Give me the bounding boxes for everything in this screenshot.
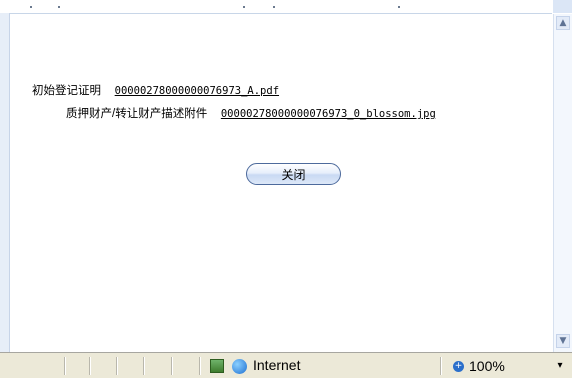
zoom-level[interactable]: 100% <box>469 358 505 374</box>
vertical-scrollbar[interactable]: ▲ ▼ <box>553 14 572 352</box>
row-pledge-attachment: 质押财产/转让财产描述附件 00000278000000076973_0_blo… <box>66 105 436 121</box>
top-right-corner <box>553 0 572 13</box>
close-button[interactable]: 关闭 <box>246 163 341 185</box>
chevron-down-icon[interactable]: ▾ <box>552 358 568 374</box>
status-separator <box>440 357 442 375</box>
tick <box>243 6 245 8</box>
scroll-down-icon[interactable]: ▼ <box>556 334 570 348</box>
tick <box>58 6 60 8</box>
scroll-up-icon[interactable]: ▲ <box>556 16 570 30</box>
status-separator <box>89 357 91 375</box>
label-initial-registration: 初始登记证明 <box>32 85 101 97</box>
security-zone-icon <box>210 359 224 373</box>
zone-label: Internet <box>253 357 301 373</box>
link-pledge-attachment-jpg[interactable]: 00000278000000076973_0_blossom.jpg <box>221 108 436 120</box>
label-pledge-attachment: 质押财产/转让财产描述附件 <box>66 108 208 120</box>
zoom-icon[interactable]: + <box>453 361 464 372</box>
status-separator <box>199 357 201 375</box>
globe-icon <box>232 359 247 374</box>
link-initial-registration-pdf[interactable]: 00000278000000076973_A.pdf <box>115 85 279 97</box>
status-separator <box>171 357 173 375</box>
status-separator <box>143 357 145 375</box>
status-separator <box>116 357 118 375</box>
row-initial-registration: 初始登记证明 00000278000000076973_A.pdf <box>32 82 279 98</box>
top-strip <box>0 0 552 14</box>
status-bar: Internet + 100% ▾ <box>0 352 572 378</box>
window: 初始登记证明 00000278000000076973_A.pdf 质押财产/转… <box>0 0 572 378</box>
status-separator <box>64 357 66 375</box>
tick <box>273 6 275 8</box>
left-border <box>0 13 10 352</box>
tick <box>398 6 400 8</box>
tick <box>30 6 32 8</box>
dialog-content: 初始登记证明 00000278000000076973_A.pdf 质押财产/转… <box>10 14 552 352</box>
